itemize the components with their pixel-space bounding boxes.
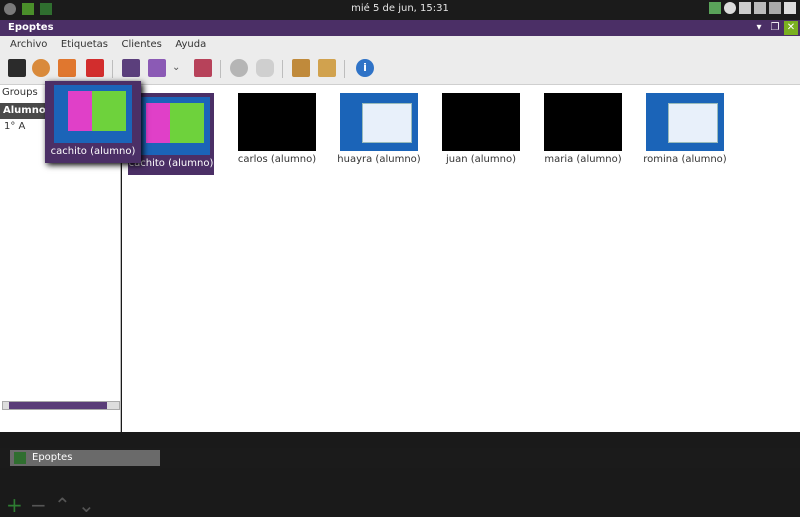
- pink-panel: [68, 91, 92, 131]
- client-label: romina (alumno): [643, 154, 727, 165]
- drag-preview-label: cachito (alumno): [50, 146, 136, 157]
- toolbar-separator: [220, 60, 221, 78]
- broadcast-screen-icon[interactable]: [122, 59, 140, 77]
- menu-archivo[interactable]: Archivo: [10, 39, 47, 50]
- info-icon[interactable]: i: [356, 59, 374, 77]
- group-header-label: Alumno: [3, 105, 46, 116]
- unlock-screen-icon[interactable]: [318, 59, 336, 77]
- wake-on-lan-icon[interactable]: [8, 59, 26, 77]
- system-top-bar: mié 5 de jun, 15:31: [0, 0, 800, 20]
- scrollbar-thumb[interactable]: [9, 402, 107, 409]
- epoptes-app-icon: [14, 452, 26, 464]
- remove-group-icon[interactable]: −: [30, 495, 47, 515]
- client-label: juan (alumno): [445, 154, 516, 165]
- desktop-window: [146, 103, 204, 143]
- client-screen-thumbnail: [54, 85, 132, 143]
- toolbar-separator: [282, 60, 283, 78]
- power-icon[interactable]: [784, 2, 796, 14]
- wifi-icon[interactable]: [754, 2, 766, 14]
- send-message-icon[interactable]: [256, 59, 274, 77]
- clients-grid: cachito (alumno) carlos (alumno) huayra …: [122, 85, 800, 432]
- move-up-icon[interactable]: ⌃: [54, 495, 71, 515]
- client-tile[interactable]: huayra (alumno): [336, 93, 422, 165]
- green-panel: [92, 91, 126, 131]
- client-tile[interactable]: romina (alumno): [642, 93, 728, 165]
- execute-command-icon[interactable]: [230, 59, 248, 77]
- view-client-icon[interactable]: [148, 59, 166, 77]
- window-title: Epoptes: [8, 22, 54, 33]
- dropdown-arrow-icon[interactable]: ⌄: [172, 59, 182, 77]
- client-tile[interactable]: maria (alumno): [540, 93, 626, 165]
- toolbar-separator: [112, 60, 113, 78]
- client-screen-thumbnail: [340, 93, 418, 151]
- menu-bar: Archivo Etiquetas Clientes Ayuda: [0, 36, 800, 54]
- groups-tab[interactable]: Groups: [2, 87, 38, 98]
- stop-broadcast-icon[interactable]: [194, 59, 212, 77]
- taskbar-item-label: Epoptes: [32, 452, 73, 463]
- taskbar: Epoptes: [0, 448, 800, 468]
- desktop-preview: [340, 93, 418, 151]
- green-panel: [170, 103, 204, 143]
- client-label: maria (alumno): [544, 154, 622, 165]
- client-screen-thumbnail: [646, 93, 724, 151]
- close-icon[interactable]: ✕: [784, 21, 798, 35]
- group-actions: + − ⌃ ⌄: [0, 495, 120, 517]
- client-screen-thumbnail: [132, 97, 210, 155]
- bluetooth-icon[interactable]: [724, 2, 736, 14]
- menu-ayuda[interactable]: Ayuda: [175, 39, 206, 50]
- pink-panel: [146, 103, 170, 143]
- client-screen-thumbnail: [442, 93, 520, 151]
- desktop-window: [362, 103, 412, 143]
- move-down-icon[interactable]: ⌄: [78, 495, 95, 515]
- clock[interactable]: mié 5 de jun, 15:31: [0, 3, 800, 14]
- reboot-icon[interactable]: [58, 59, 76, 77]
- desktop-preview: [646, 93, 724, 151]
- login-icon[interactable]: [32, 59, 50, 77]
- window-title-bar: Epoptes ▾ ❐ ✕: [0, 20, 800, 36]
- menu-clientes[interactable]: Clientes: [122, 39, 162, 50]
- lock-screen-icon[interactable]: [292, 59, 310, 77]
- shutdown-icon[interactable]: [86, 59, 104, 77]
- client-screen-thumbnail: [544, 93, 622, 151]
- taskbar-item[interactable]: Epoptes: [10, 450, 160, 466]
- network-icon[interactable]: [709, 2, 721, 14]
- minimize-icon[interactable]: ▾: [752, 21, 766, 35]
- client-label: carlos (alumno): [237, 154, 317, 165]
- toolbar-separator: [344, 60, 345, 78]
- sidebar-scrollbar[interactable]: [2, 401, 120, 410]
- battery-icon[interactable]: [769, 2, 781, 14]
- desktop-preview: [54, 85, 132, 143]
- restore-icon[interactable]: ❐: [768, 21, 782, 35]
- client-label: huayra (alumno): [337, 154, 421, 165]
- volume-icon[interactable]: [739, 2, 751, 14]
- desktop-window: [68, 91, 126, 131]
- system-tray: [709, 2, 796, 14]
- menu-etiquetas[interactable]: Etiquetas: [61, 39, 108, 50]
- desktop-preview: [132, 97, 210, 155]
- group-row[interactable]: 1° A: [4, 121, 25, 132]
- client-screen-thumbnail: [238, 93, 316, 151]
- drag-preview: cachito (alumno): [45, 81, 141, 163]
- window-controls: ▾ ❐ ✕: [752, 21, 798, 35]
- client-tile[interactable]: juan (alumno): [438, 93, 524, 165]
- add-group-icon[interactable]: +: [6, 495, 23, 515]
- desktop-window: [668, 103, 718, 143]
- client-tile[interactable]: carlos (alumno): [234, 93, 320, 165]
